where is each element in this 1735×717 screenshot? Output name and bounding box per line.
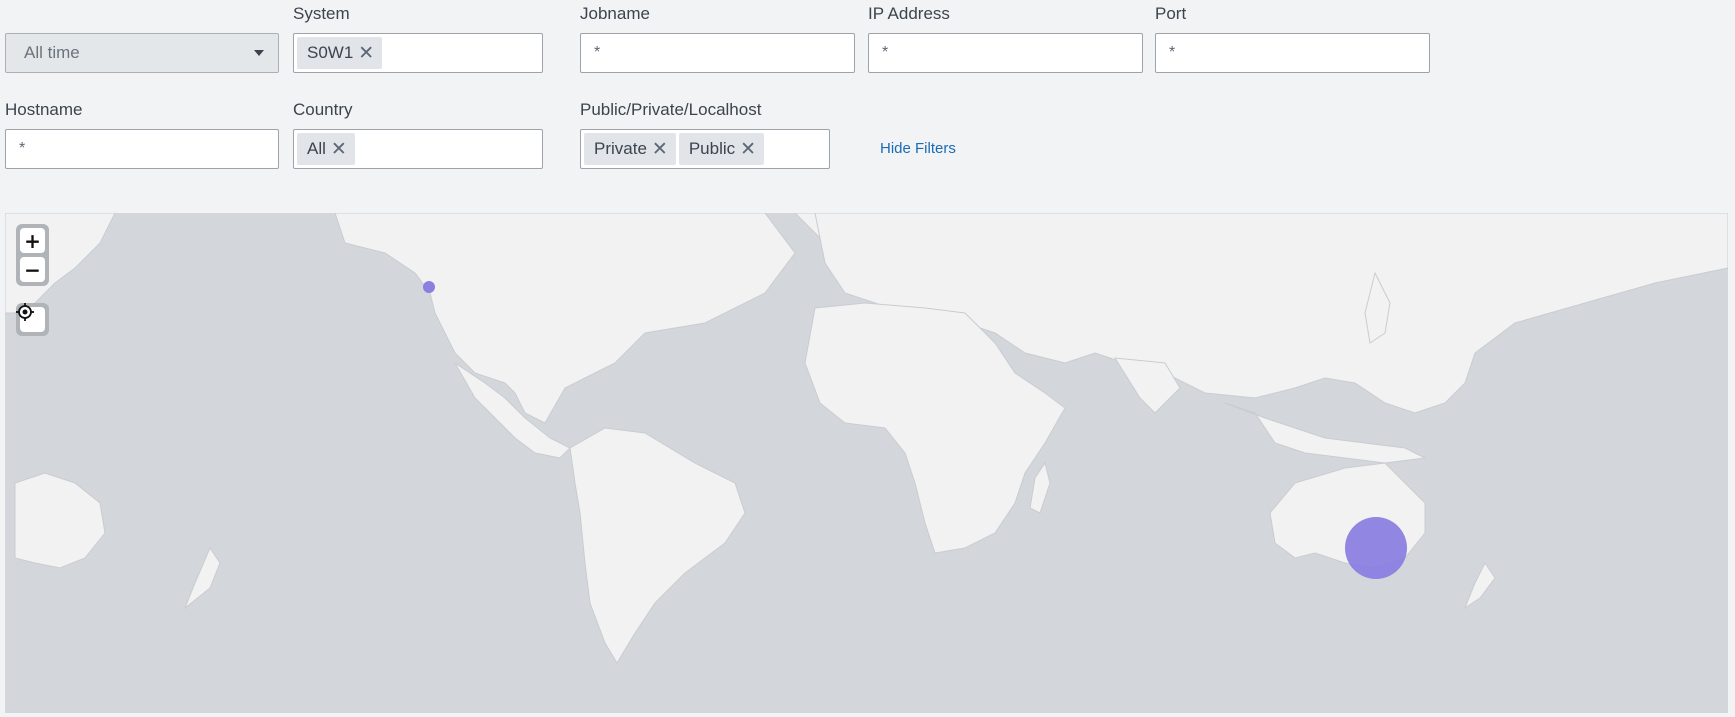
minus-icon: − bbox=[24, 257, 41, 282]
scope-multiselect[interactable]: Private ✕ Public ✕ bbox=[580, 129, 830, 169]
jobname-label: Jobname bbox=[580, 4, 650, 23]
country-label: Country bbox=[293, 100, 353, 119]
chip-label: All bbox=[307, 139, 326, 158]
time-range-value: All time bbox=[24, 43, 80, 62]
ip-address-input[interactable]: * bbox=[868, 33, 1143, 73]
australia-marker bbox=[1345, 517, 1407, 579]
port-input[interactable]: * bbox=[1155, 33, 1430, 73]
public-chip[interactable]: Public ✕ bbox=[678, 133, 765, 165]
locate-button[interactable] bbox=[16, 303, 45, 332]
hostname-label: Hostname bbox=[5, 100, 83, 119]
south-america-land bbox=[569, 427, 746, 664]
world-map[interactable]: + − bbox=[5, 213, 1728, 713]
zoom-controls: + − bbox=[16, 224, 49, 286]
hide-filters-link[interactable]: Hide Filters bbox=[880, 140, 956, 157]
time-range-dropdown[interactable]: All time bbox=[5, 33, 279, 73]
system-multiselect[interactable]: S0W1 ✕ bbox=[293, 33, 543, 73]
hostname-input[interactable]: * bbox=[5, 129, 279, 169]
zoom-in-button[interactable]: + bbox=[20, 228, 45, 253]
map-canvas bbox=[5, 213, 1728, 664]
locate-control bbox=[16, 303, 49, 336]
chip-label: S0W1 bbox=[307, 43, 354, 62]
plus-icon: + bbox=[24, 228, 41, 253]
north-america-land bbox=[334, 213, 796, 424]
madagascar-land bbox=[1029, 461, 1051, 514]
new-zealand-land-wrapped bbox=[183, 546, 221, 610]
california-marker bbox=[423, 281, 435, 293]
system-chip[interactable]: S0W1 ✕ bbox=[297, 37, 383, 69]
southeast-asia-land bbox=[1224, 402, 1427, 464]
new-zealand-land bbox=[1463, 562, 1496, 610]
land-masses bbox=[5, 213, 1728, 664]
ip-address-label: IP Address bbox=[868, 4, 950, 23]
remove-chip-icon[interactable]: ✕ bbox=[652, 140, 668, 159]
remove-chip-icon[interactable]: ✕ bbox=[331, 140, 347, 159]
chip-label: Public bbox=[688, 139, 736, 158]
system-label: System bbox=[293, 4, 350, 23]
jobname-input[interactable]: * bbox=[580, 33, 855, 73]
scope-label: Public/Private/Localhost bbox=[580, 100, 762, 119]
country-multiselect[interactable]: All ✕ bbox=[293, 129, 543, 169]
zoom-out-button[interactable]: − bbox=[20, 257, 45, 282]
remove-chip-icon[interactable]: ✕ bbox=[358, 44, 374, 63]
port-label: Port bbox=[1155, 4, 1187, 23]
private-chip[interactable]: Private ✕ bbox=[584, 133, 676, 165]
country-chip[interactable]: All ✕ bbox=[297, 133, 355, 165]
remove-chip-icon[interactable]: ✕ bbox=[740, 140, 756, 159]
chip-label: Private bbox=[594, 139, 647, 158]
australia-land-wrapped bbox=[14, 472, 106, 569]
caret-down-icon bbox=[254, 50, 264, 56]
crosshair-icon bbox=[16, 303, 34, 321]
